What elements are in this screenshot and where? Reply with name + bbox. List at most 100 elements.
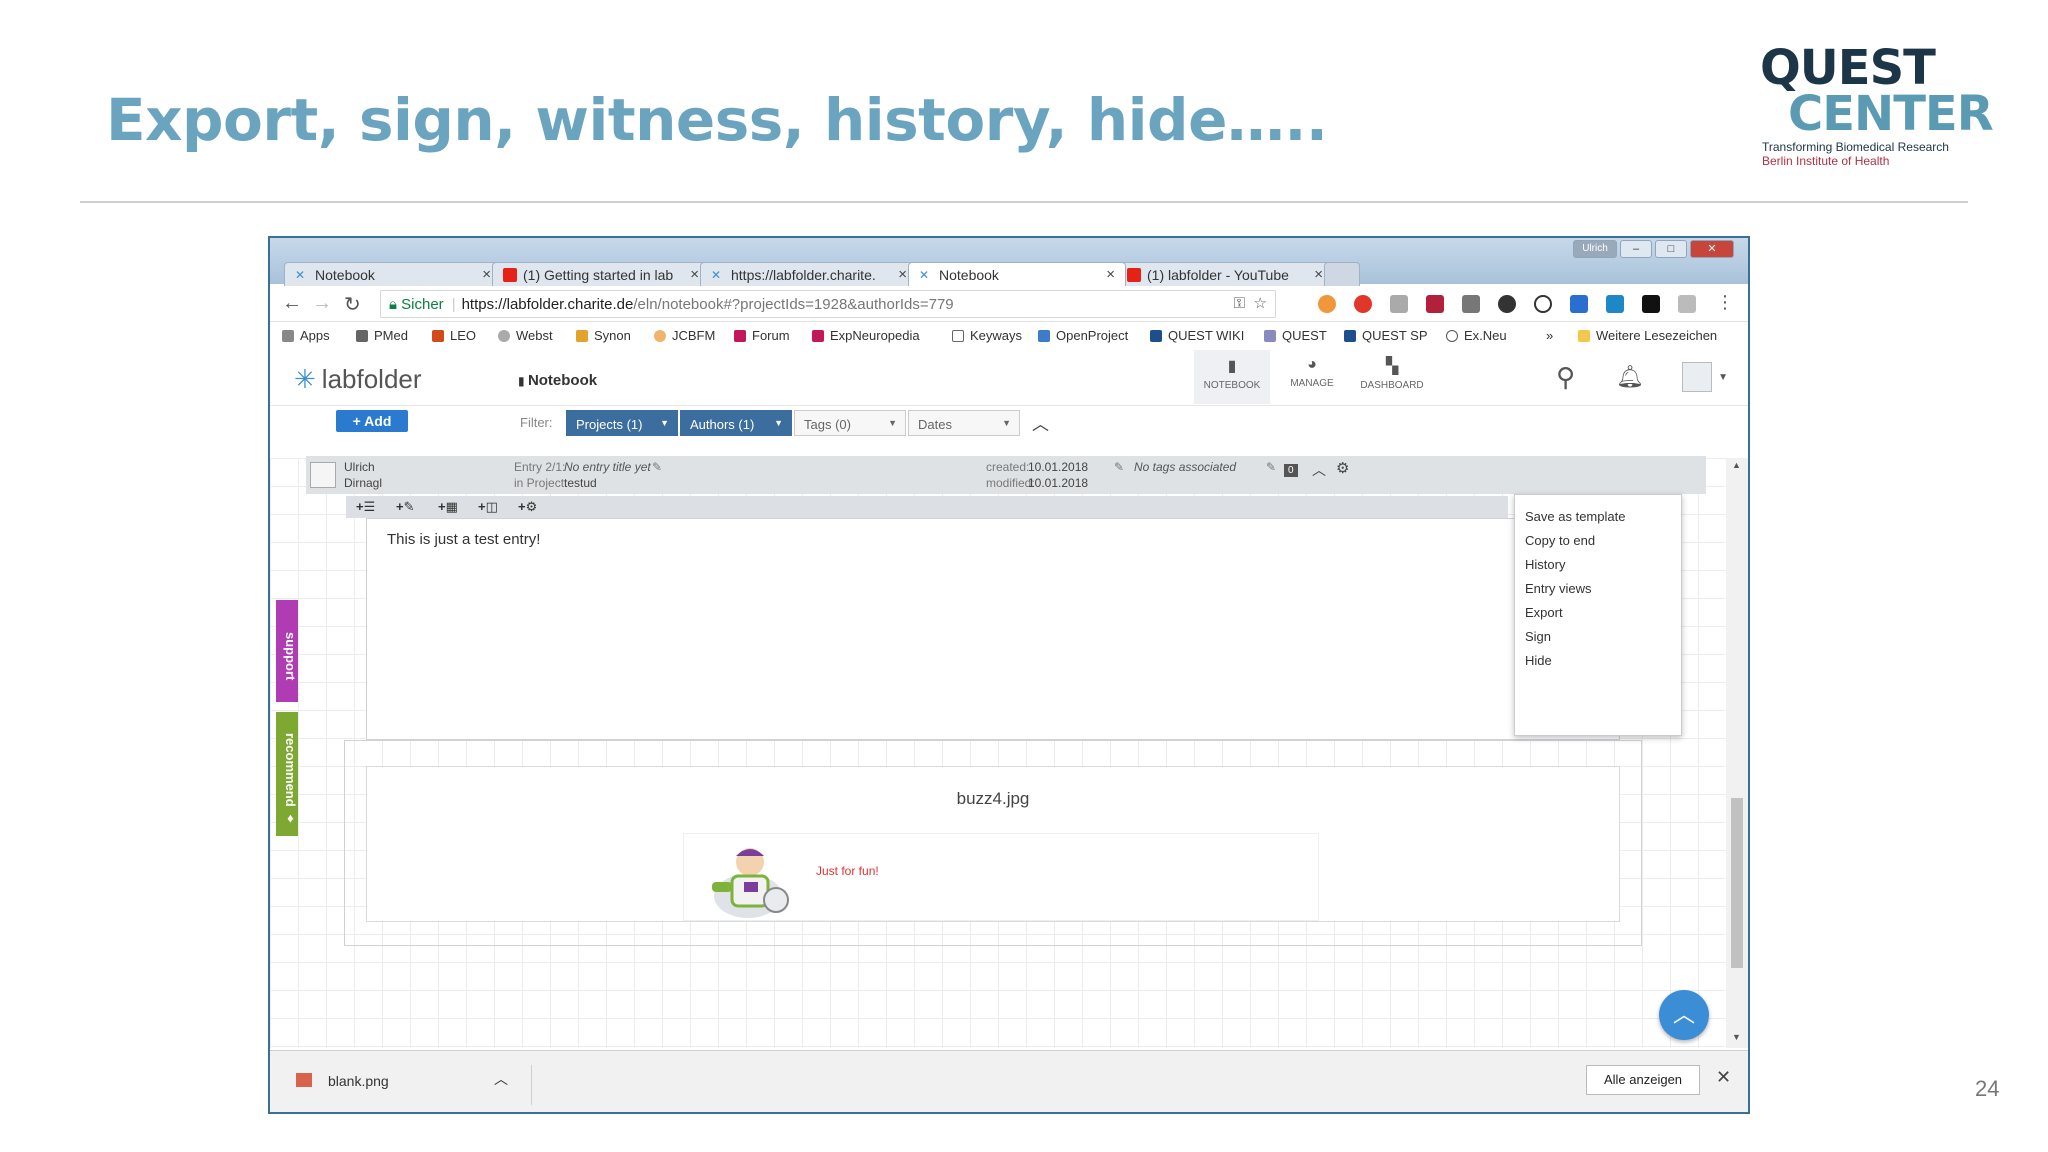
tab-close-icon[interactable]: × [482, 266, 491, 283]
extension-icon[interactable] [1462, 295, 1480, 313]
add-button[interactable]: + Add [336, 410, 408, 432]
window-user-badge[interactable]: Ulrich [1573, 240, 1617, 258]
new-tab-button[interactable] [1324, 262, 1360, 286]
close-window-button[interactable]: ✕ [1690, 240, 1734, 258]
chevron-up-icon[interactable]: ︿ [494, 1069, 508, 1089]
add-file-element-button[interactable]: +◫ [478, 499, 498, 515]
tab-close-icon[interactable]: × [690, 266, 699, 283]
project-name: testud [564, 476, 597, 490]
bookmark[interactable]: ExpNeuropedia [812, 328, 920, 343]
extension-icon[interactable] [1534, 295, 1552, 313]
avatar[interactable] [1682, 362, 1712, 392]
tab-close-icon[interactable]: × [898, 266, 907, 283]
key-icon[interactable]: ⚿ [1234, 295, 1245, 312]
extension-icon[interactable] [1390, 295, 1408, 313]
bookmark[interactable]: OpenProject [1038, 328, 1128, 343]
bookmarks-overflow[interactable]: » [1546, 328, 1553, 343]
browser-menu-icon[interactable]: ⋮ [1716, 292, 1734, 313]
search-icon[interactable]: ⚲ [1556, 362, 1575, 393]
nav-manage[interactable]: ◕ MANAGE [1274, 350, 1350, 404]
extension-icon[interactable] [1642, 295, 1660, 313]
extension-icon[interactable] [1318, 295, 1336, 313]
comment-count-badge[interactable]: 0 [1284, 464, 1298, 477]
page-scrollbar[interactable]: ▲ ▼ [1726, 458, 1748, 1048]
add-text-element-button[interactable]: +☰ [356, 499, 375, 515]
entry-title[interactable]: No entry title yet [564, 460, 651, 474]
menu-item-export[interactable]: Export [1525, 605, 1563, 620]
back-arrow-icon[interactable]: ← [282, 292, 302, 315]
tab-close-icon[interactable]: × [1314, 266, 1323, 283]
menu-item-hide[interactable]: Hide [1525, 653, 1552, 668]
evernote-extension-icon[interactable] [1498, 295, 1516, 313]
minimize-button[interactable]: – [1620, 240, 1652, 258]
edit-tags-icon[interactable]: ✎ [1266, 460, 1276, 474]
bookmark-folder[interactable]: Weitere Lesezeichen [1578, 328, 1717, 343]
bookmark[interactable]: QUEST [1264, 328, 1327, 343]
nav-dashboard[interactable]: ▚ DASHBOARD [1354, 350, 1430, 404]
collapse-entry-icon[interactable]: ︿ [1312, 460, 1326, 480]
bookmark[interactable]: QUEST SP [1344, 328, 1428, 343]
bookmark[interactable]: Keyways [952, 328, 1022, 343]
url-bar[interactable]: 🔒︎ Sicher | https://labfolder.charite.de/e… [380, 290, 1276, 318]
scroll-up-icon[interactable]: ▲ [1732, 460, 1741, 470]
entry-text[interactable]: This is just a test entry! [387, 531, 540, 548]
edit-date-icon[interactable]: ✎ [1114, 460, 1124, 474]
forward-arrow-icon[interactable]: → [312, 292, 332, 315]
maximize-button[interactable]: □ [1655, 240, 1687, 258]
dates-filter[interactable]: Dates ▼ [908, 410, 1020, 436]
menu-item-sign[interactable]: Sign [1525, 629, 1551, 644]
text-element[interactable]: This is just a test entry! [366, 518, 1620, 740]
menu-item-copy-to-end[interactable]: Copy to end [1525, 533, 1595, 548]
bookmark[interactable]: LEO [432, 328, 476, 343]
browser-tab[interactable]: (1) Getting started in lab × [492, 262, 710, 286]
download-item[interactable]: blank.png ︿ [292, 1065, 532, 1105]
bookmark[interactable]: PMed [356, 328, 408, 343]
menu-item-entry-views[interactable]: Entry views [1525, 581, 1591, 596]
entry-options-menu: Save as template Copy to end History Ent… [1514, 494, 1682, 736]
opera-extension-icon[interactable] [1354, 295, 1372, 313]
tab-close-icon[interactable]: × [1106, 266, 1115, 283]
mendeley-extension-icon[interactable] [1426, 295, 1444, 313]
recommend-tab[interactable]: recommend ♦ [276, 712, 298, 836]
authors-filter[interactable]: Authors (1) ▼ [680, 410, 792, 436]
extension-icon[interactable] [1570, 295, 1588, 313]
tags-filter[interactable]: Tags (0) ▼ [794, 410, 906, 436]
bookmark-apps[interactable]: Apps [282, 328, 330, 343]
bookmark[interactable]: JCBFM [654, 328, 715, 343]
scroll-to-top-button[interactable]: ︿ [1659, 990, 1709, 1040]
menu-item-history[interactable]: History [1525, 557, 1565, 572]
image-preview[interactable]: Just for fun! [683, 833, 1319, 921]
labfolder-logo[interactable]: ✳ labfolder [294, 364, 422, 395]
bookmark[interactable]: Forum [734, 328, 790, 343]
add-table-element-button[interactable]: +▦ [438, 499, 458, 515]
browser-tab[interactable]: ✕ https://labfolder.charite. × [700, 262, 918, 286]
scrollbar-thumb[interactable] [1731, 798, 1743, 968]
browser-tab-active[interactable]: ✕ Notebook × [908, 262, 1126, 286]
bookmark[interactable]: Ex.Neu [1446, 328, 1507, 343]
image-element[interactable]: buzz4.jpg Just for fun! [366, 766, 1620, 922]
extension-icon[interactable] [1678, 295, 1696, 313]
support-tab[interactable]: support [276, 600, 298, 702]
menu-item-save-as-template[interactable]: Save as template [1525, 509, 1625, 524]
scroll-down-icon[interactable]: ▼ [1732, 1032, 1741, 1042]
bell-icon[interactable]: 🔔︎ [1616, 364, 1644, 390]
gear-icon[interactable]: ⚙ [1336, 459, 1349, 477]
extension-icon[interactable] [1606, 295, 1624, 313]
nav-notebook[interactable]: ▮ NOTEBOOK [1194, 350, 1270, 404]
browser-tab[interactable]: ✕ Notebook × [284, 262, 502, 286]
bookmark[interactable]: Webst [498, 328, 553, 343]
show-all-downloads-button[interactable]: Alle anzeigen [1586, 1065, 1700, 1095]
tags-text[interactable]: No tags associated [1134, 460, 1236, 474]
edit-title-icon[interactable]: ✎ [652, 460, 662, 474]
add-sketch-element-button[interactable]: +✎ [396, 499, 414, 515]
bookmark[interactable]: Synon [576, 328, 631, 343]
close-icon[interactable]: ✕ [1716, 1067, 1731, 1088]
bookmark[interactable]: QUEST WIKI [1150, 328, 1244, 343]
collapse-filters-icon[interactable]: ︿ [1032, 410, 1049, 435]
chevron-down-icon[interactable]: ▼ [1718, 372, 1728, 383]
projects-filter[interactable]: Projects (1) ▼ [566, 410, 678, 436]
bookmark-star-icon[interactable]: ☆ [1254, 294, 1267, 312]
browser-tab[interactable]: (1) labfolder - YouTube × [1116, 262, 1334, 286]
reload-icon[interactable]: ↻ [344, 292, 361, 317]
add-data-element-button[interactable]: +⚙ [518, 499, 537, 515]
